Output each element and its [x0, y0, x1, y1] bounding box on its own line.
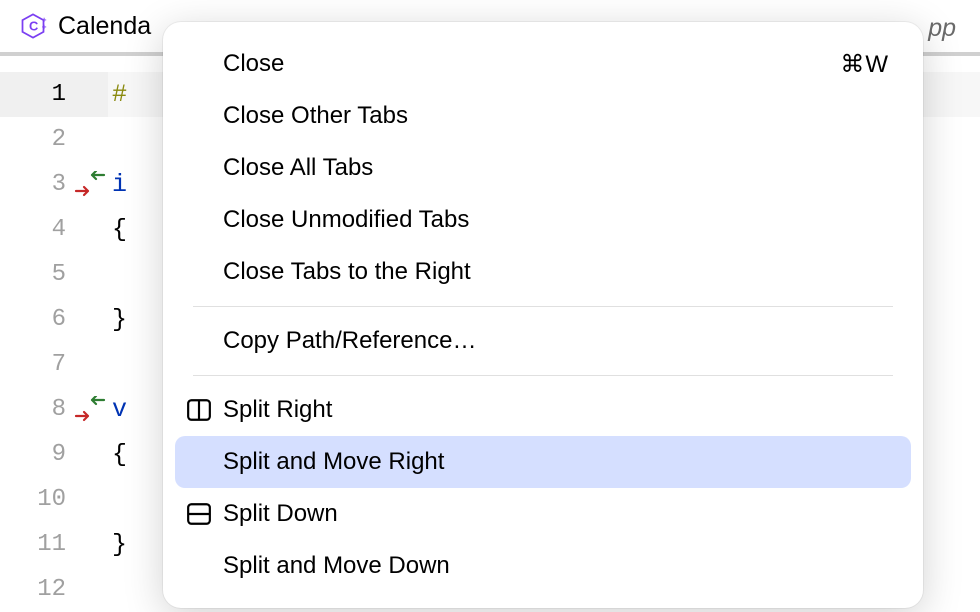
menu-item-label: Close Unmodified Tabs [223, 206, 469, 234]
menu-item-label: Close Tabs to the Right [223, 258, 471, 286]
menu-item-close[interactable]: Close ⌘W [175, 38, 911, 90]
cpp-file-icon: C + + [18, 11, 48, 41]
gutter-row: 9 [0, 432, 108, 477]
code-token: } [112, 530, 127, 559]
gutter-row: 11 [0, 522, 108, 567]
line-number: 11 [37, 531, 66, 558]
code-token: } [112, 305, 127, 334]
menu-item-label: Close Other Tabs [223, 102, 408, 130]
tab-context-menu: Close ⌘W Close Other Tabs Close All Tabs Clo… [163, 22, 923, 608]
menu-item-close-unmodified-tabs[interactable]: Close Unmodified Tabs [175, 194, 911, 246]
line-number: 7 [52, 351, 66, 378]
gutter-row: 12 [0, 567, 108, 612]
gutter: 123456789101112 [0, 56, 108, 604]
line-number: 9 [52, 441, 66, 468]
code-token: v [112, 395, 127, 424]
code-token: { [112, 215, 127, 244]
tab-title-suffix: pp [928, 14, 956, 43]
code-token: { [112, 440, 127, 469]
gutter-row: 5 [0, 252, 108, 297]
menu-item-label: Split and Move Right [223, 448, 444, 476]
gutter-row: 2 [0, 117, 108, 162]
split-down-icon [185, 500, 213, 528]
menu-item-split-and-move-down[interactable]: Split and Move Down [175, 540, 911, 592]
menu-item-split-and-move-right[interactable]: Split and Move Right [175, 436, 911, 488]
gutter-row: 6 [0, 297, 108, 342]
menu-item-copy-path-reference[interactable]: Copy Path/Reference… [175, 315, 911, 367]
menu-item-label: Split and Move Down [223, 552, 450, 580]
code-token: i [112, 170, 127, 199]
tab-title[interactable]: Calenda [58, 12, 151, 41]
line-number: 10 [37, 486, 66, 513]
gutter-row: 4 [0, 207, 108, 252]
line-number: 2 [52, 126, 66, 153]
menu-item-label: Copy Path/Reference… [223, 327, 476, 355]
menu-item-split-down[interactable]: Split Down [175, 488, 911, 540]
menu-item-close-all-tabs[interactable]: Close All Tabs [175, 142, 911, 194]
gutter-row: 10 [0, 477, 108, 522]
gutter-row: 7 [0, 342, 108, 387]
merge-arrows-icon[interactable] [74, 396, 106, 424]
svg-text:C: C [29, 19, 38, 34]
line-number: 5 [52, 261, 66, 288]
menu-separator [193, 375, 893, 376]
line-number: 1 [52, 81, 66, 108]
gutter-row: 3 [0, 162, 108, 207]
menu-item-close-other-tabs[interactable]: Close Other Tabs [175, 90, 911, 142]
menu-separator [193, 306, 893, 307]
menu-item-split-right[interactable]: Split Right [175, 384, 911, 436]
menu-item-label: Split Down [223, 500, 338, 528]
menu-item-label: Split Right [223, 396, 332, 424]
menu-item-label: Close All Tabs [223, 154, 373, 182]
split-right-icon [185, 396, 213, 424]
code-token: # [112, 80, 127, 109]
line-number: 3 [52, 171, 66, 198]
menu-item-close-tabs-to-the-right[interactable]: Close Tabs to the Right [175, 246, 911, 298]
menu-shortcut: ⌘W [840, 50, 889, 79]
line-number: 12 [37, 576, 66, 603]
svg-text:+: + [42, 23, 47, 32]
line-number: 6 [52, 306, 66, 333]
menu-item-label: Close [223, 50, 284, 78]
gutter-row: 1 [0, 72, 108, 117]
line-number: 4 [52, 216, 66, 243]
merge-arrows-icon[interactable] [74, 171, 106, 199]
line-number: 8 [52, 396, 66, 423]
gutter-row: 8 [0, 387, 108, 432]
